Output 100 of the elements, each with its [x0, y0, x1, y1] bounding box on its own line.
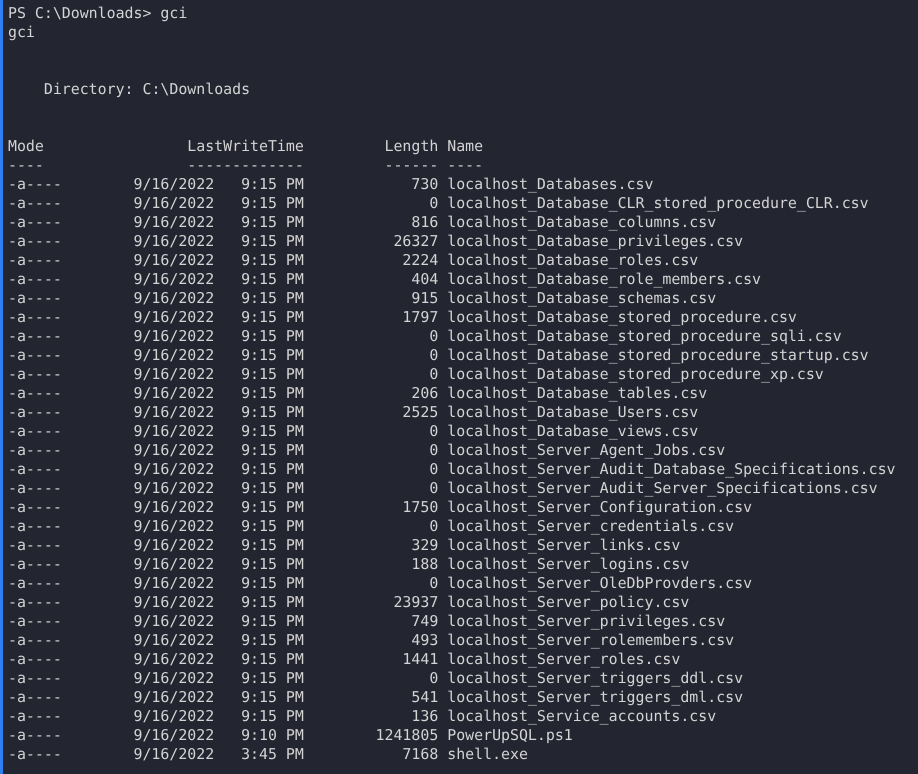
date-cell: 9/16/2022 [134, 688, 214, 707]
mode-cell: -a---- [8, 498, 62, 517]
time-cell: 9:15 PM [241, 365, 304, 384]
date-cell: 9/16/2022 [134, 479, 214, 498]
date-cell: 9/16/2022 [134, 707, 214, 726]
date-cell: 9/16/2022 [134, 251, 214, 270]
date-cell: 9/16/2022 [134, 365, 214, 384]
length-cell: 1241805 [376, 726, 438, 745]
file-name-cell: localhost_Server_links.csv [447, 536, 680, 555]
mode-cell: -a---- [8, 365, 62, 384]
header-rule: ------------- [187, 156, 304, 175]
time-cell: 9:15 PM [241, 479, 304, 498]
file-name-cell: localhost_Database_Users.csv [447, 403, 698, 422]
length-cell: 541 [411, 688, 438, 707]
time-cell: 9:15 PM [241, 346, 304, 365]
length-cell: 915 [411, 289, 438, 308]
time-cell: 9:15 PM [241, 593, 304, 612]
time-cell: 9:15 PM [241, 460, 304, 479]
mode-cell: -a---- [8, 669, 62, 688]
file-name-cell: localhost_Server_Configuration.csv [447, 498, 752, 517]
file-name-cell: localhost_Database_views.csv [447, 422, 698, 441]
length-cell: 329 [411, 536, 438, 555]
file-name-cell: localhost_Database_privileges.csv [447, 232, 744, 251]
length-cell: 0 [429, 346, 438, 365]
file-name-cell: localhost_Database_stored_procedure.csv [447, 308, 797, 327]
mode-cell: -a---- [8, 726, 62, 745]
date-cell: 9/16/2022 [134, 308, 214, 327]
length-cell: 0 [429, 422, 438, 441]
column-header: Length [384, 137, 438, 156]
directory-label: Directory: C:\Downloads [44, 80, 250, 98]
mode-cell: -a---- [8, 346, 62, 365]
length-cell: 404 [411, 270, 438, 289]
time-cell: 9:15 PM [241, 327, 304, 346]
date-cell: 9/16/2022 [134, 669, 214, 688]
date-cell: 9/16/2022 [134, 175, 214, 194]
time-cell: 9:15 PM [241, 517, 304, 536]
time-cell: 9:15 PM [241, 536, 304, 555]
mode-cell: -a---- [8, 745, 62, 764]
file-name-cell: localhost_Database_role_members.csv [447, 270, 762, 289]
time-cell: 9:15 PM [241, 422, 304, 441]
length-cell: 0 [429, 441, 438, 460]
file-name-cell: localhost_Database_stored_procedure_startup.csv [447, 346, 869, 365]
date-cell: 9/16/2022 [134, 194, 214, 213]
length-cell: 188 [411, 555, 438, 574]
date-cell: 9/16/2022 [134, 403, 214, 422]
date-cell: 9/16/2022 [134, 441, 214, 460]
mode-cell: -a---- [8, 688, 62, 707]
file-name-cell: localhost_Server_rolemembers.csv [447, 631, 734, 650]
mode-cell: -a---- [8, 612, 62, 631]
time-cell: 9:15 PM [241, 631, 304, 650]
length-cell: 0 [429, 479, 438, 498]
length-cell: 0 [429, 517, 438, 536]
date-cell: 9/16/2022 [134, 612, 214, 631]
length-cell: 0 [429, 669, 438, 688]
mode-cell: -a---- [8, 422, 62, 441]
file-name-cell: localhost_Database_schemas.csv [447, 289, 716, 308]
mode-cell: -a---- [8, 289, 62, 308]
time-cell: 9:15 PM [241, 555, 304, 574]
mode-cell: -a---- [8, 213, 62, 232]
date-cell: 9/16/2022 [134, 517, 214, 536]
header-rule: ---- [8, 156, 44, 175]
length-cell: 206 [411, 384, 438, 403]
time-cell: 9:15 PM [241, 688, 304, 707]
mode-cell: -a---- [8, 441, 62, 460]
date-cell: 9/16/2022 [134, 460, 214, 479]
time-cell: 9:15 PM [241, 612, 304, 631]
file-name-cell: localhost_Server_Audit_Database_Specifications.csv [447, 460, 896, 479]
date-cell: 9/16/2022 [134, 346, 214, 365]
file-name-cell: localhost_Server_triggers_ddl.csv [447, 669, 744, 688]
date-cell: 9/16/2022 [134, 726, 214, 745]
file-name-cell: localhost_Server_privileges.csv [447, 612, 726, 631]
length-cell: 1797 [402, 308, 438, 327]
mode-cell: -a---- [8, 460, 62, 479]
file-name-cell: PowerUpSQL.ps1 [447, 726, 573, 745]
length-cell: 0 [429, 327, 438, 346]
command-prompt: PS C:\Downloads> gci [8, 4, 188, 22]
length-cell: 816 [411, 213, 438, 232]
column-header: Name [447, 137, 484, 156]
length-cell: 493 [411, 631, 438, 650]
date-cell: 9/16/2022 [134, 384, 214, 403]
date-cell: 9/16/2022 [134, 536, 214, 555]
date-cell: 9/16/2022 [134, 327, 214, 346]
time-cell: 9:15 PM [241, 441, 304, 460]
date-cell: 9/16/2022 [134, 270, 214, 289]
file-name-cell: localhost_Server_Agent_Jobs.csv [447, 441, 726, 460]
mode-cell: -a---- [8, 517, 62, 536]
file-name-cell: localhost_Database_roles.csv [447, 251, 698, 270]
header-rule: ---- [447, 156, 484, 175]
date-cell: 9/16/2022 [134, 555, 214, 574]
command-echo: gci [8, 23, 35, 41]
date-cell: 9/16/2022 [134, 650, 214, 669]
mode-cell: -a---- [8, 707, 62, 726]
mode-cell: -a---- [8, 536, 62, 555]
length-cell: 730 [411, 175, 438, 194]
mode-cell: -a---- [8, 232, 62, 251]
mode-cell: -a---- [8, 555, 62, 574]
file-name-cell: localhost_Databases.csv [447, 175, 654, 194]
time-cell: 9:15 PM [241, 232, 304, 251]
time-cell: 9:15 PM [241, 270, 304, 289]
length-cell: 0 [429, 460, 438, 479]
